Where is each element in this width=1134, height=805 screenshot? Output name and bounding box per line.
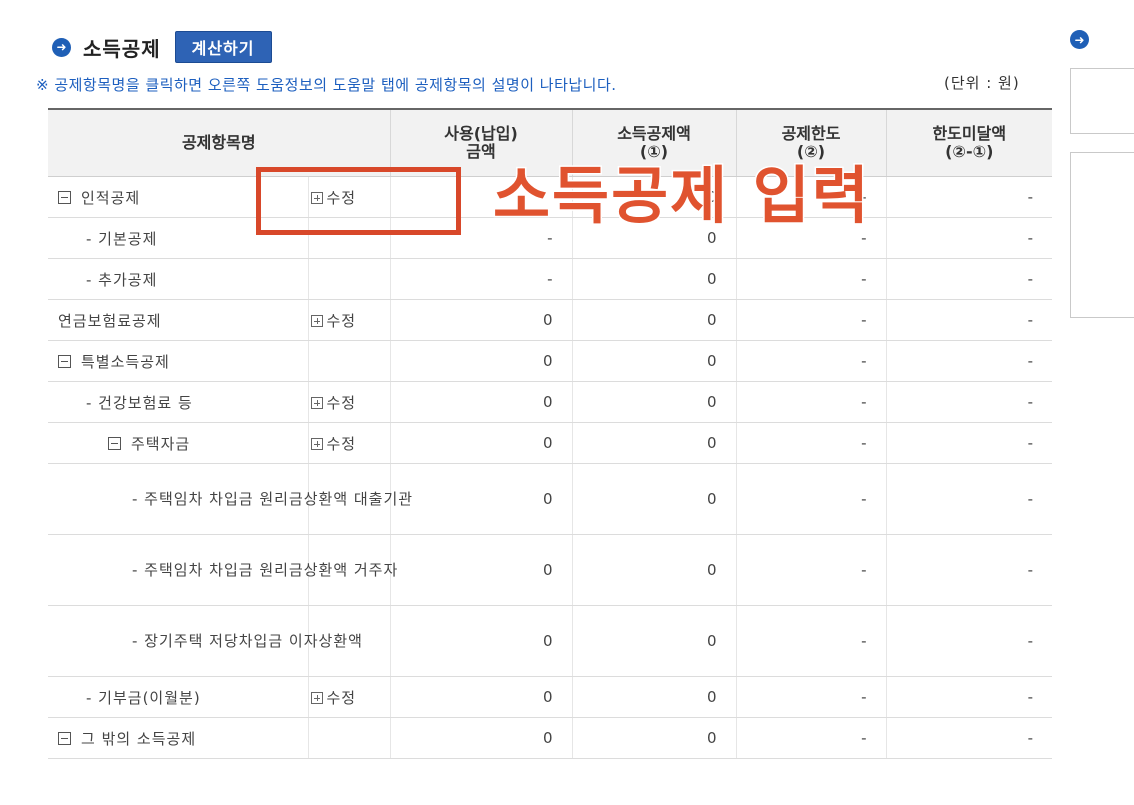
limit-cell: - [735, 463, 887, 535]
limit-cell: - [735, 717, 887, 759]
limit-cell: - [735, 422, 887, 464]
paid-cell: 0 [389, 605, 573, 677]
row-label-other[interactable]: 그 밖의 소득공제 [48, 717, 308, 759]
remaining-cell: - [885, 340, 1053, 382]
table-row: - 주택임차 차입금 원리금상환액 거주자 0 0 - - [48, 534, 1053, 606]
highlight-box [256, 167, 461, 235]
limit-cell: - [735, 534, 887, 606]
empty-action-cell [307, 258, 391, 300]
limit-cell: - [735, 299, 887, 341]
arrow-right-circle-icon: ➜ [52, 37, 71, 57]
unit-label: (단위 : 원) [944, 74, 1020, 92]
paid-cell: 0 [389, 340, 573, 382]
table-row: - 건강보험료 등 수정 0 0 - - [48, 381, 1053, 423]
minus-square-icon[interactable] [58, 190, 71, 204]
deduction-cell: 0 [571, 534, 737, 606]
deduction-cell: 0 [571, 258, 737, 300]
paid-cell: 0 [389, 381, 573, 423]
plus-square-icon [310, 396, 323, 409]
bottom-crop [0, 780, 1134, 805]
edit-button[interactable]: 수정 [307, 422, 391, 464]
row-label-health-insurance[interactable]: - 건강보험료 등 [48, 381, 308, 423]
row-label-housing-fund[interactable]: 주택자금 [48, 422, 308, 464]
edit-button[interactable]: 수정 [307, 676, 391, 718]
row-label-mortgage-interest[interactable]: - 장기주택 저당차입금 이자상환액 [48, 605, 362, 677]
deduction-cell: 0 [571, 676, 737, 718]
edit-button[interactable]: 수정 [307, 381, 391, 423]
minus-square-icon[interactable] [58, 731, 71, 745]
row-label-additional[interactable]: - 추가공제 [48, 258, 308, 300]
table-row: 주택자금 수정 0 0 - - [48, 422, 1053, 464]
remaining-cell: - [885, 258, 1053, 300]
row-label-special[interactable]: 특별소득공제 [48, 340, 308, 382]
table-row: 그 밖의 소득공제 0 0 - - [48, 717, 1053, 759]
minus-square-icon[interactable] [58, 354, 71, 368]
plus-square-icon [310, 314, 323, 327]
col-header-remaining: 한도미달액 (②-①) [885, 108, 1053, 177]
section-header: ➜ 소득공제 계산하기 [52, 30, 272, 64]
paid-cell: 0 [389, 422, 573, 464]
limit-cell: - [735, 381, 887, 423]
row-label-lease-loan-lender[interactable]: - 주택임차 차입금 원리금상환액 대출기관 [48, 463, 412, 535]
remaining-cell: - [885, 676, 1053, 718]
help-notice: ※ 공제항목명을 클릭하면 오른쪽 도움정보의 도움말 탭에 공제항목의 설명이… [36, 76, 617, 94]
calculate-button[interactable]: 계산하기 [174, 31, 272, 63]
row-label-pension[interactable]: 연금보험료공제 [48, 299, 308, 341]
limit-cell: - [735, 340, 887, 382]
limit-cell: - [735, 605, 887, 677]
remaining-cell: - [885, 463, 1053, 535]
remaining-cell: - [885, 534, 1053, 606]
remaining-cell: - [885, 605, 1053, 677]
deduction-cell: 0 [571, 717, 737, 759]
deduction-cell: 0 [571, 422, 737, 464]
limit-cell: - [735, 676, 887, 718]
deduction-cell: 0 [571, 605, 737, 677]
remaining-cell: - [885, 422, 1053, 464]
paid-cell: - [389, 258, 573, 300]
empty-action-cell [307, 717, 391, 759]
remaining-cell: - [885, 381, 1053, 423]
table-row: 연금보험료공제 수정 0 0 - - [48, 299, 1053, 341]
deduction-cell: 0 [571, 299, 737, 341]
table-row: - 주택임차 차입금 원리금상환액 대출기관 0 0 - - [48, 463, 1053, 535]
section-title: 소득공제 [83, 36, 161, 61]
paid-cell: 0 [389, 299, 573, 341]
arrow-right-circle-icon: ➜ [1070, 30, 1089, 49]
plus-square-icon [310, 437, 323, 450]
remaining-cell: - [885, 299, 1053, 341]
table-row: 특별소득공제 0 0 - - [48, 340, 1053, 382]
remaining-cell: - [885, 217, 1053, 259]
paid-cell: 0 [389, 676, 573, 718]
remaining-cell: - [885, 717, 1053, 759]
deduction-cell: 0 [571, 340, 737, 382]
empty-action-cell [307, 340, 391, 382]
help-panel-content [1070, 152, 1134, 318]
limit-cell: - [735, 258, 887, 300]
overlay-caption: 소득공제 입력 [492, 159, 871, 232]
table-row: - 추가공제 - 0 - - [48, 258, 1053, 300]
row-label-lease-loan-resident[interactable]: - 주택임차 차입금 원리금상환액 거주자 [48, 534, 397, 606]
table-row: - 기부금(이월분) 수정 0 0 - - [48, 676, 1053, 718]
minus-square-icon[interactable] [108, 436, 121, 450]
row-label-donation-carryover[interactable]: - 기부금(이월분) [48, 676, 308, 718]
help-panel-tabs [1070, 68, 1134, 134]
remaining-cell: - [885, 176, 1053, 218]
deduction-cell: 0 [571, 381, 737, 423]
paid-cell: 0 [389, 717, 573, 759]
table-row: - 장기주택 저당차입금 이자상환액 0 0 - - [48, 605, 1053, 677]
paid-cell: 0 [389, 534, 573, 606]
edit-button[interactable]: 수정 [307, 299, 391, 341]
deduction-cell: 0 [571, 463, 737, 535]
paid-cell: 0 [389, 463, 573, 535]
plus-square-icon [310, 691, 323, 704]
